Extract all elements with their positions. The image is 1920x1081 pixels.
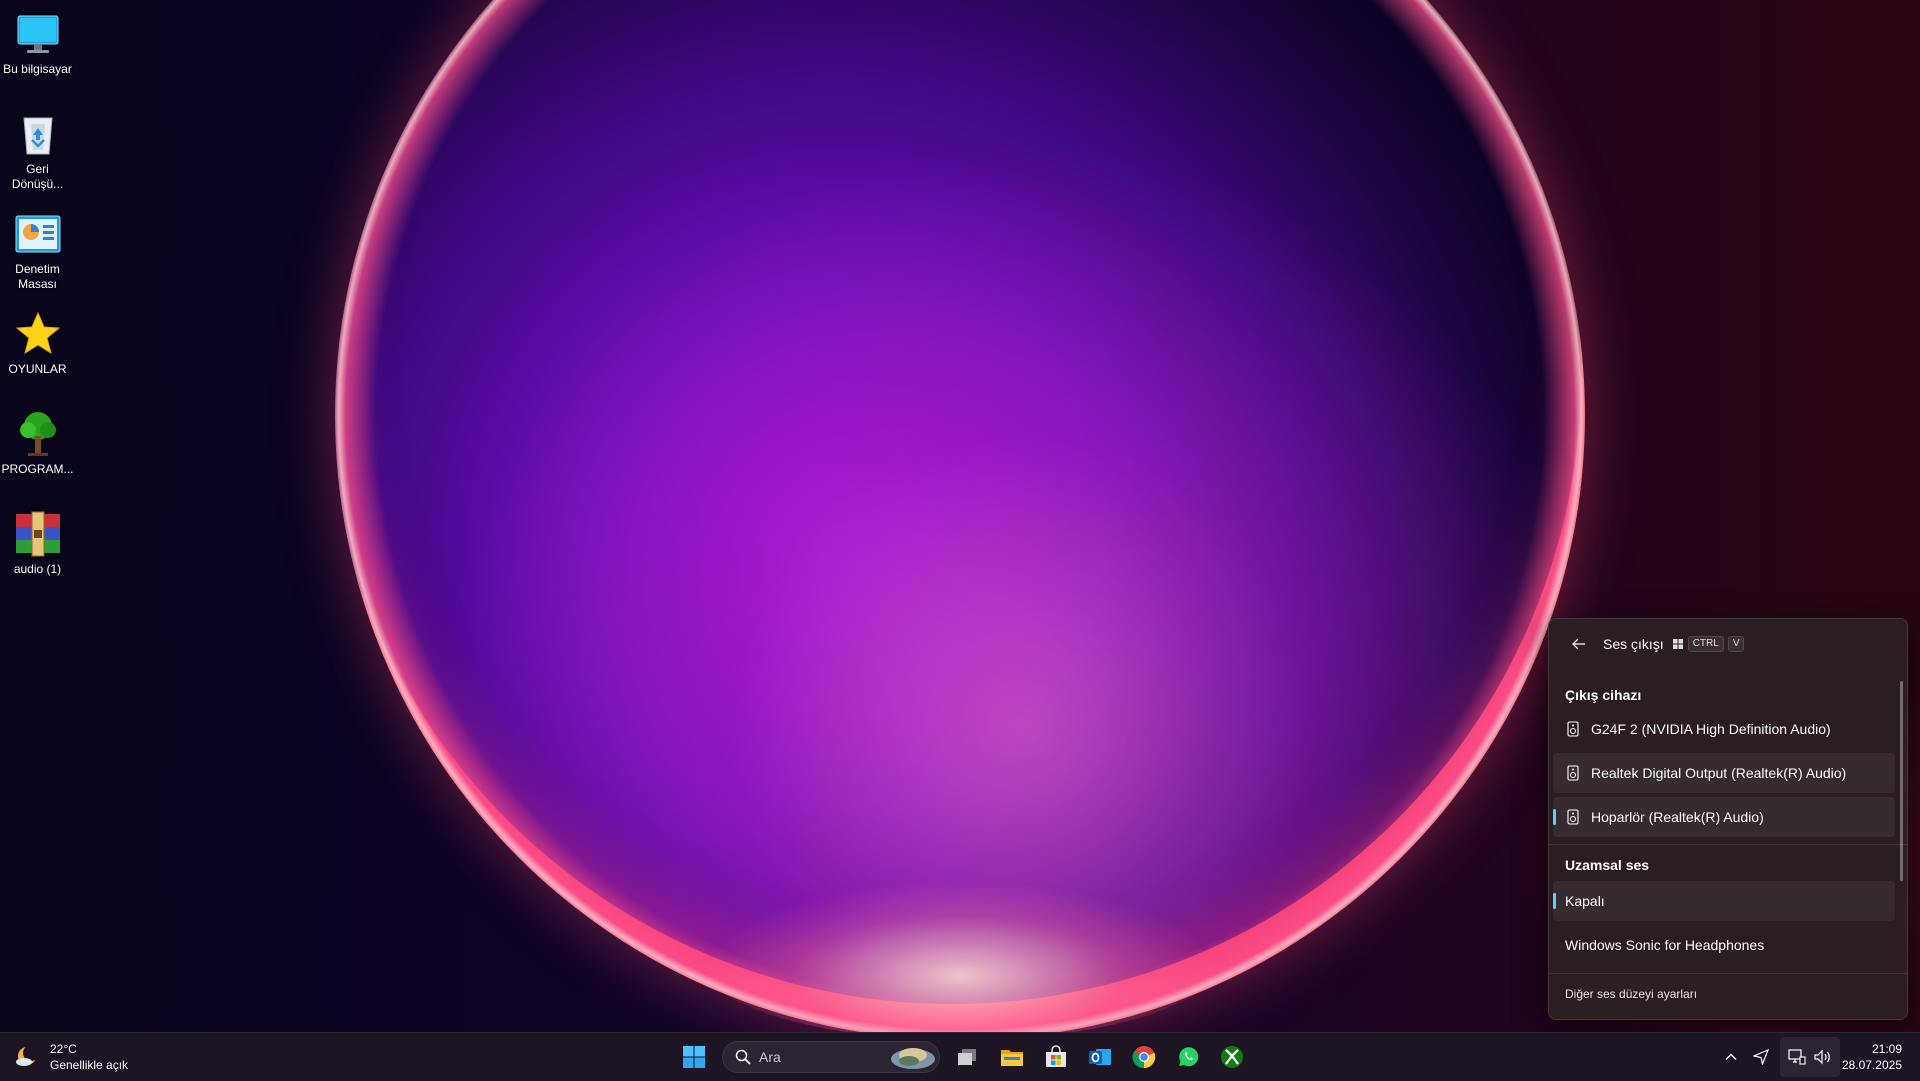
clock-time: 21:09 [1871, 1042, 1902, 1056]
keyboard-shortcut-hint: CTRL V [1672, 636, 1745, 652]
desktop-icon-control-panel[interactable]: Denetim Masası [0, 204, 75, 292]
start-icon [683, 1046, 705, 1068]
system-tray [1716, 1033, 1840, 1081]
desktop-icon-games[interactable]: OYUNLAR [0, 304, 75, 377]
taskbar-search[interactable]: Ara [722, 1041, 940, 1073]
winrar-archive-icon [14, 510, 62, 558]
recycle-bin-icon [14, 110, 62, 158]
weather-temp: 22°C [50, 1042, 77, 1056]
chrome-icon [1132, 1046, 1156, 1069]
whatsapp-icon [1179, 1047, 1199, 1067]
task-view-button[interactable] [948, 1037, 988, 1077]
chrome-button[interactable] [1124, 1037, 1164, 1077]
speaker-icon [1565, 721, 1581, 737]
desktop-icon-label: Denetim Masası [15, 262, 60, 291]
whatsapp-button[interactable] [1168, 1037, 1208, 1077]
speaker-icon [1565, 765, 1581, 781]
search-icon [735, 1049, 751, 1065]
tree-icon [14, 410, 62, 458]
windows-key-icon [1672, 639, 1683, 649]
microsoft-store-button[interactable] [1036, 1037, 1076, 1077]
sound-output-flyout: Ses çıkışı CTRL V Çıkış cihazı G24F 2 (N… [1548, 618, 1908, 1020]
xbox-icon [1221, 1046, 1243, 1068]
spatial-sound-heading: Uzamsal ses [1565, 857, 1650, 873]
desktop-icon-audio-archive[interactable]: audio (1) [0, 504, 75, 577]
arrow-left-icon [1572, 638, 1585, 650]
desktop-icon-recycle-bin[interactable]: Geri Dönüşü... [0, 104, 75, 192]
kbd-ctrl: CTRL [1687, 636, 1724, 652]
selected-indicator [1553, 893, 1556, 909]
control-panel-icon [14, 210, 62, 258]
desktop-icon-label: Geri Dönüşü... [11, 162, 64, 191]
spatial-option-off[interactable]: Kapalı [1553, 881, 1895, 921]
quick-settings-button[interactable] [1780, 1037, 1840, 1077]
footer-divider [1549, 973, 1907, 974]
microsoft-store-icon [1046, 1045, 1066, 1067]
outlook-button[interactable] [1080, 1037, 1120, 1077]
volume-icon [1814, 1049, 1830, 1065]
flyout-scrollbar[interactable] [1900, 681, 1903, 881]
show-hidden-icons-button[interactable] [1716, 1037, 1746, 1077]
xbox-button[interactable] [1212, 1037, 1252, 1077]
task-view-icon [958, 1049, 976, 1065]
weather-widget[interactable]: 22°C Genellikle açık [14, 1041, 128, 1073]
taskbar: 22°C Genellikle açık Ara 21:09 28.07.202… [0, 1032, 1920, 1081]
flyout-title: Ses çıkışı [1603, 636, 1664, 652]
device-label: Hoparlör (Realtek(R) Audio) [1591, 809, 1764, 825]
output-device-item-realtek-digital[interactable]: Realtek Digital Output (Realtek(R) Audio… [1553, 753, 1895, 793]
spatial-option-label: Windows Sonic for Headphones [1565, 937, 1765, 953]
location-button[interactable] [1746, 1037, 1776, 1077]
desktop-icon-label: PROGRAM... [1, 462, 74, 476]
desktop-icon-label: audio (1) [13, 562, 62, 576]
location-icon [1753, 1049, 1769, 1065]
back-button[interactable] [1563, 628, 1595, 660]
device-label: Realtek Digital Output (Realtek(R) Audio… [1591, 765, 1847, 781]
output-device-heading: Çıkış cihazı [1565, 687, 1642, 703]
search-highlight-icon [891, 1048, 935, 1069]
spatial-option-label: Kapalı [1565, 893, 1605, 909]
taskbar-apps: Ara [674, 1037, 1252, 1077]
star-icon [14, 310, 62, 358]
selected-indicator [1553, 809, 1556, 825]
start-button[interactable] [674, 1037, 714, 1077]
speaker-icon [1565, 809, 1581, 825]
flyout-header: Ses çıkışı CTRL V [1549, 619, 1907, 669]
weather-moon-cloud-icon [16, 1045, 39, 1066]
wallpaper-orb-highlight [700, 880, 1220, 1032]
spatial-option-windows-sonic[interactable]: Windows Sonic for Headphones [1553, 925, 1895, 965]
chevron-up-icon [1725, 1053, 1737, 1060]
kbd-v: V [1727, 636, 1745, 652]
search-placeholder: Ara [759, 1049, 781, 1065]
more-volume-settings-link[interactable]: Diğer ses düzeyi ayarları [1565, 987, 1697, 1001]
file-explorer-button[interactable] [992, 1037, 1032, 1077]
desktop-icon-label: Bu bilgisayar [3, 62, 72, 76]
clock-date: 28.07.2025 [1841, 1058, 1902, 1072]
desktop-icon-programs[interactable]: PROGRAM... [0, 404, 75, 477]
weather-condition: Genellikle açık [50, 1058, 129, 1072]
file-explorer-icon [1001, 1050, 1023, 1066]
desktop-icon-this-pc[interactable]: Bu bilgisayar [0, 4, 75, 77]
clock[interactable]: 21:09 28.07.2025 [1842, 1041, 1902, 1073]
output-device-item-g24f[interactable]: G24F 2 (NVIDIA High Definition Audio) [1553, 709, 1895, 749]
outlook-icon [1089, 1049, 1111, 1065]
section-divider [1549, 844, 1907, 845]
device-label: G24F 2 (NVIDIA High Definition Audio) [1591, 721, 1831, 737]
desktop-icon-label: OYUNLAR [8, 362, 67, 376]
output-device-item-speakers[interactable]: Hoparlör (Realtek(R) Audio) [1553, 797, 1895, 837]
network-icon [1788, 1049, 1806, 1065]
monitor-icon [14, 10, 62, 58]
